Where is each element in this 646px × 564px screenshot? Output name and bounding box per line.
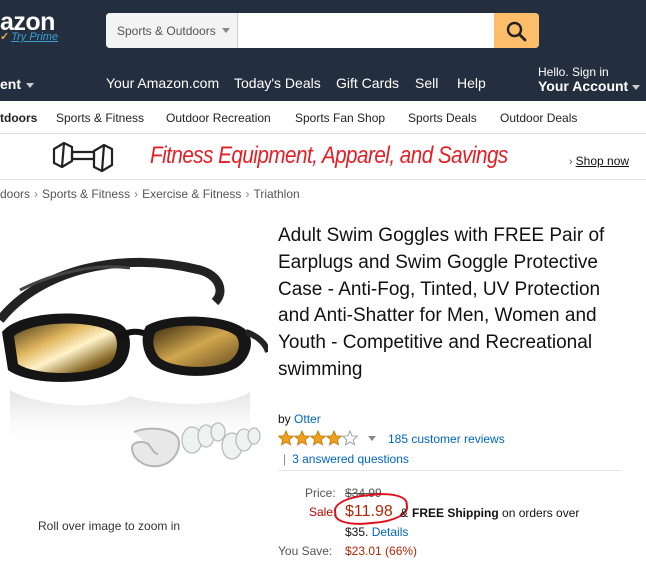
nav-gift-cards[interactable]: Gift Cards [336, 75, 399, 91]
sale-label: Sale: [309, 505, 337, 519]
subnav-item-outdoor-recreation[interactable]: Outdoor Recreation [166, 111, 271, 125]
answered-questions-link[interactable]: 3 answered questions [292, 452, 409, 466]
your-account-label: Your Account [538, 78, 629, 94]
breadcrumb-separator-icon: › [245, 187, 250, 201]
shipping-minimum-amount: $35. [345, 525, 369, 539]
product-image[interactable] [0, 240, 268, 490]
search-icon [506, 21, 527, 42]
answered-questions: | 3 answered questions [283, 452, 409, 466]
divider [278, 470, 621, 471]
breadcrumb-separator-icon: › [134, 187, 139, 201]
breadcrumb-item[interactable]: Triathlon [253, 187, 299, 201]
nav-todays-deals[interactable]: Today's Deals [234, 75, 321, 91]
star-filled-icon [309, 430, 327, 446]
subnav-item-sports-fitness[interactable]: Sports & Fitness [56, 111, 144, 125]
star-empty-icon [341, 430, 359, 446]
star-filled-icon [278, 430, 295, 446]
zoom-hint: Roll over image to zoom in [38, 519, 181, 533]
shipping-details-link[interactable]: Details [372, 525, 409, 539]
free-shipping-label: FREE Shipping [412, 506, 499, 520]
departments-label: ent [0, 76, 21, 92]
promo-banner[interactable]: Fitness Equipment, Apparel, and Savings … [0, 135, 646, 180]
chevron-down-icon[interactable] [368, 436, 376, 441]
price-label: Price: [305, 486, 336, 500]
nav-sell[interactable]: Sell [415, 75, 438, 91]
your-account[interactable]: Your Account [538, 78, 641, 94]
breadcrumb-item[interactable]: Exercise & Fitness [142, 187, 241, 201]
shop-now-link[interactable]: › Shop now [569, 154, 629, 168]
star-filled-icon [293, 430, 311, 446]
customer-reviews-link[interactable]: 185 customer reviews [388, 432, 505, 446]
star-filled-icon [325, 430, 343, 446]
product-title: Adult Swim Goggles with FREE Pair of Ear… [278, 225, 605, 380]
nav-your-amazon[interactable]: Your Amazon.com [106, 75, 219, 91]
account-hello: Hello. Sign in [538, 65, 609, 79]
subnav-item-sports-fan-shop[interactable]: Sports Fan Shop [295, 111, 385, 125]
search-button[interactable] [494, 13, 539, 48]
dumbbell-icon [52, 141, 114, 173]
breadcrumb-item[interactable]: doors [0, 187, 30, 201]
chevron-down-icon [632, 84, 641, 90]
ampersand: & [400, 506, 409, 520]
nav-help[interactable]: Help [457, 75, 486, 91]
search-bar: Sports & Outdoors [106, 13, 539, 48]
prime-check-icon: ✓ [0, 31, 10, 43]
top-navigation-bar: azon ✓ Try Prime Sports & Outdoors ent Yo… [0, 0, 646, 101]
free-shipping: FREE Shipping on orders over [412, 506, 579, 520]
brand-link[interactable]: Otter [294, 412, 321, 426]
subnav-item-outdoor-deals[interactable]: Outdoor Deals [500, 111, 577, 125]
search-department-select[interactable]: Sports & Outdoors [106, 13, 238, 48]
star-rating[interactable] [278, 430, 360, 446]
pipe-separator: | [283, 452, 287, 466]
chevron-down-icon [26, 82, 34, 88]
breadcrumb-item[interactable]: Sports & Fitness [42, 187, 130, 201]
breadcrumb: doors › Sports & Fitness › Exercise & Fitnes… [0, 187, 300, 201]
byline: by Otter [278, 412, 321, 426]
search-input[interactable] [239, 13, 494, 48]
you-save-amount: $23.01 (66%) [345, 544, 418, 558]
banner-headline: Fitness Equipment, Apparel, and Savings [150, 142, 508, 169]
subnav-item-sports-deals[interactable]: Sports Deals [408, 111, 477, 125]
try-prime[interactable]: ✓ Try Prime [0, 30, 58, 43]
chevron-down-icon [222, 28, 230, 33]
chevron-right-icon: › [569, 156, 573, 168]
main-nav: ent Your Amazon.com Today's Deals Gift C… [0, 62, 646, 100]
you-save-label: You Save: [278, 544, 333, 558]
search-department-label: Sports & Outdoors [117, 24, 216, 38]
try-prime-link[interactable]: Try Prime [11, 31, 58, 43]
shipping-condition: on orders over [502, 506, 580, 520]
category-subnav: tdoors Sports & Fitness Outdoor Recreati… [0, 101, 646, 134]
by-label: by [278, 412, 291, 426]
shipping-minimum: $35. Details [345, 525, 408, 539]
shop-by-department[interactable]: ent [0, 76, 34, 92]
shop-now-text: Shop now [575, 154, 630, 168]
breadcrumb-separator-icon: › [34, 187, 39, 201]
subnav-category[interactable]: tdoors [0, 111, 37, 125]
